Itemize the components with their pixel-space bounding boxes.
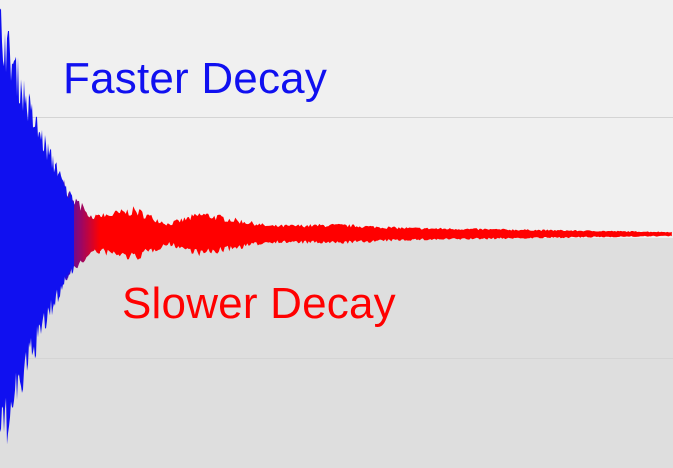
- waveform-figure: Faster Decay Slower Decay: [0, 0, 673, 468]
- slower-decay-label: Slower Decay: [122, 279, 396, 328]
- faster-decay-label: Faster Decay: [63, 54, 328, 103]
- slow-decay-waveform: [67, 206, 672, 260]
